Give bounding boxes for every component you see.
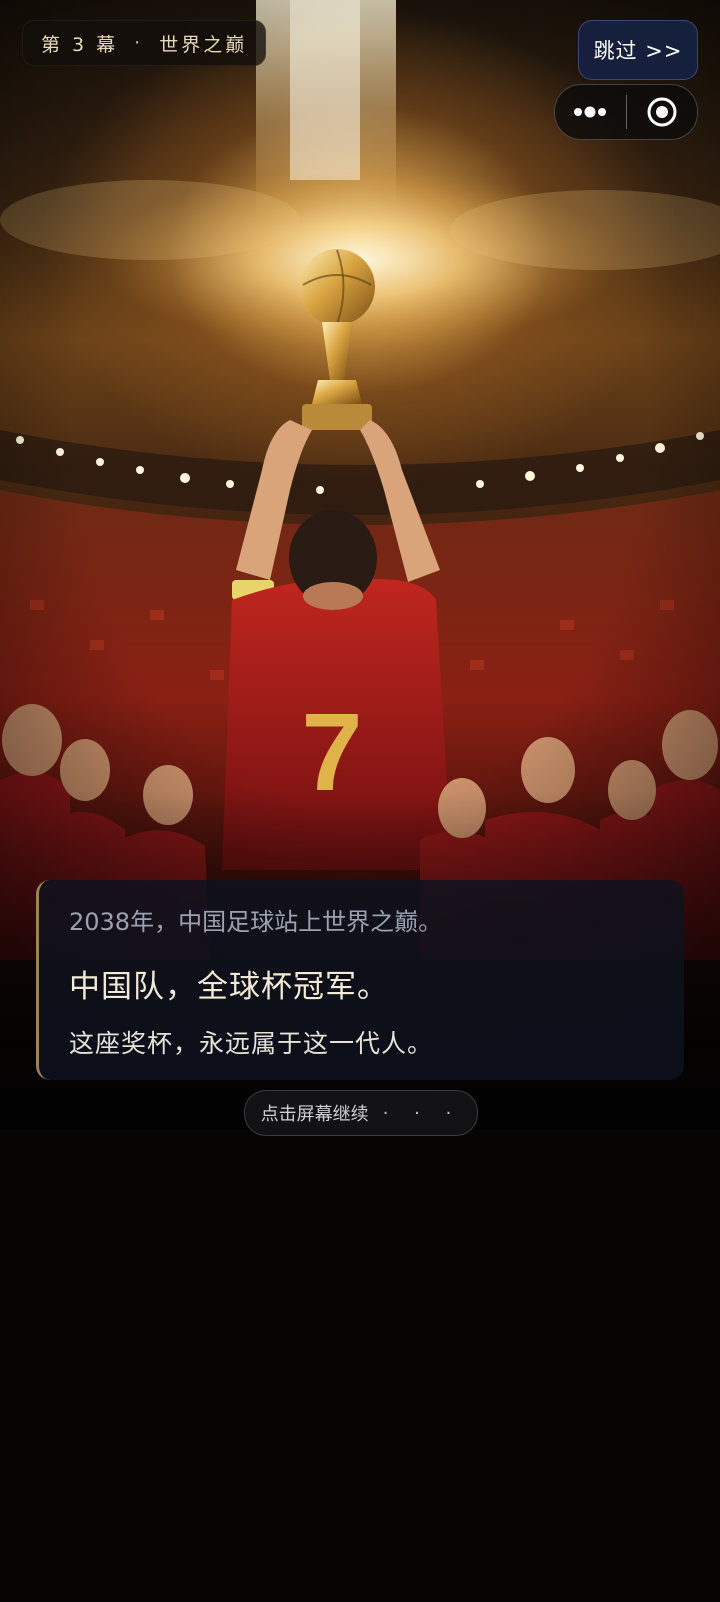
chapter-separator: · (134, 32, 144, 54)
more-button[interactable] (555, 85, 626, 139)
chapter-act: 第 3 幕 (41, 33, 119, 56)
dialog-narration: 2038年，中国足球站上世界之巅。 (69, 908, 443, 936)
story-screen[interactable]: 7 (0, 0, 720, 1602)
story-dialog[interactable]: 2038年，中国足球站上世界之巅。 中国队，全球杯冠军。 这座奖杯，永远属于这一… (36, 880, 684, 1080)
dialog-headline: 中国队，全球杯冠军。 (69, 969, 389, 1005)
tap-to-continue[interactable]: 点击屏幕继续 · · · (244, 1090, 478, 1136)
chapter-title: 世界之巅 (159, 33, 248, 56)
miniprogram-capsule (554, 84, 698, 140)
continue-dots: · · · (382, 1102, 462, 1124)
target-circle-icon (647, 97, 677, 127)
chapter-indicator: 第 3 幕 · 世界之巅 (22, 20, 267, 66)
skip-button[interactable]: 跳过 >> (578, 20, 698, 80)
dialog-subline: 这座奖杯，永远属于这一代人。 (69, 1029, 434, 1058)
more-dots-icon (574, 106, 607, 118)
close-button[interactable] (627, 85, 698, 139)
continue-label: 点击屏幕继续 (260, 1104, 369, 1125)
